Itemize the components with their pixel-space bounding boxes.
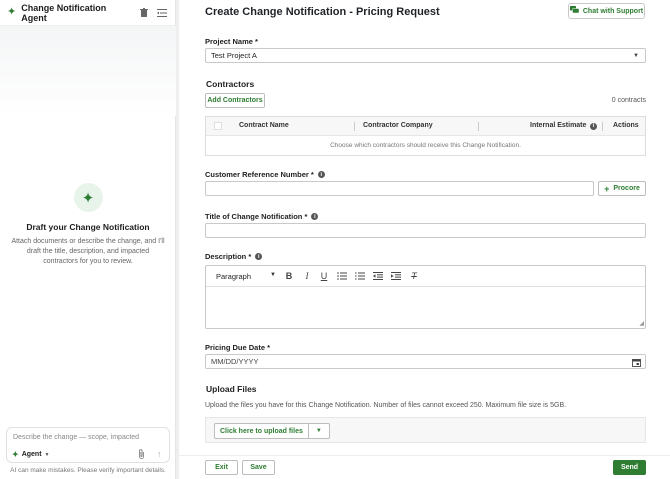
upload-help-text: Upload the files you have for this Chang…	[205, 402, 567, 409]
description-label: Description * i	[205, 252, 263, 261]
col-contractor-company[interactable]: Contractor Company	[363, 122, 433, 129]
empty-state: ✦ Draft your Change Notification Attach …	[0, 183, 176, 267]
clear-format-icon[interactable]: T	[408, 270, 420, 282]
empty-state-text: Attach documents or describe the change,…	[11, 238, 165, 265]
attach-icon[interactable]	[138, 449, 145, 461]
italic-icon[interactable]: I	[301, 270, 313, 282]
column-divider	[602, 122, 603, 131]
contractors-title: Contractors	[206, 79, 255, 89]
save-button[interactable]: Save	[242, 460, 275, 475]
chevron-down-icon[interactable]: ▼	[309, 424, 329, 438]
description-editor[interactable]: Paragraph ▼ B I U T ◢	[205, 265, 646, 329]
column-divider	[478, 122, 479, 131]
sidebar-header: ✦ Change Notification Agent	[0, 0, 175, 26]
upload-split-button: Click here to upload files ▼	[214, 423, 330, 439]
empty-state-title: Draft your Change Notification	[26, 222, 150, 232]
upload-button[interactable]: Click here to upload files	[215, 424, 309, 438]
indent-icon[interactable]	[390, 270, 402, 282]
procore-button[interactable]: + Procore	[598, 181, 646, 196]
upload-dropzone[interactable]: Click here to upload files ▼	[205, 417, 646, 443]
info-icon[interactable]: i	[255, 253, 263, 260]
ai-disclaimer: AI can make mistakes. Please verify impo…	[10, 467, 166, 474]
chat-support-label: Chat with Support	[582, 7, 644, 15]
project-name-label: Project Name *	[205, 37, 258, 46]
form-footer: Exit Save Send	[179, 455, 670, 479]
sidebar-fade	[0, 26, 176, 116]
chat-composer[interactable]: Describe the change — scope, impacted ✦ …	[6, 427, 170, 463]
bold-icon[interactable]: B	[283, 270, 295, 282]
contracts-count: 0 contracts	[611, 97, 646, 104]
agent-sidebar: ✦ Change Notification Agent ✦ Draft your…	[0, 0, 176, 479]
due-date-label: Pricing Due Date *	[205, 343, 271, 352]
project-name-value: Test Project A	[211, 51, 257, 60]
numbered-list-icon[interactable]	[354, 270, 366, 282]
add-contractors-button[interactable]: Add Contractors	[205, 93, 265, 108]
info-icon[interactable]: i	[317, 171, 325, 178]
column-divider	[354, 122, 355, 131]
trash-icon[interactable]	[138, 7, 150, 19]
exit-button[interactable]: Exit	[205, 460, 238, 475]
chat-icon	[569, 6, 580, 16]
title-input[interactable]	[205, 223, 646, 238]
title-label: Title of Change Notification * i	[205, 212, 319, 221]
bullet-list-icon[interactable]	[336, 270, 348, 282]
project-name-select[interactable]: Test Project A ▼	[205, 48, 646, 63]
sparkle-icon: ✦	[73, 183, 103, 212]
info-icon[interactable]: i	[590, 122, 597, 130]
col-contract-name[interactable]: Contract Name	[239, 122, 289, 129]
agent-selector[interactable]: ✦ Agent ▼	[12, 450, 50, 459]
due-date-input[interactable]: MM/DD/YYYY	[205, 354, 646, 369]
send-button[interactable]: Send	[613, 460, 646, 475]
contractors-table: Contract Name Contractor Company Interna…	[205, 116, 646, 156]
customer-ref-input[interactable]	[205, 181, 594, 196]
sidebar-title: Change Notification Agent	[21, 2, 107, 23]
paragraph-style-select[interactable]: Paragraph	[216, 272, 251, 281]
upload-title: Upload Files	[206, 384, 257, 394]
underline-icon[interactable]: U	[318, 270, 330, 282]
composer-input[interactable]: Describe the change — scope, impacted	[13, 434, 139, 441]
chevron-down-icon: ▼	[633, 53, 639, 59]
table-empty-text: Choose which contractors should receive …	[330, 142, 521, 149]
plus-icon: +	[604, 183, 610, 194]
page-title: Create Change Notification - Pricing Req…	[205, 6, 440, 18]
editor-toolbar: Paragraph ▼ B I U T	[206, 266, 645, 287]
chevron-down-icon: ▼	[44, 451, 50, 458]
send-arrow-icon[interactable]: ↑	[157, 449, 162, 459]
outdent-icon[interactable]	[372, 270, 384, 282]
col-actions: Actions	[613, 122, 639, 129]
info-icon[interactable]: i	[311, 213, 319, 220]
customer-ref-label: Customer Reference Number * i	[205, 170, 325, 179]
table-header: Contract Name Contractor Company Interna…	[206, 117, 645, 136]
chevron-down-icon: ▼	[270, 272, 276, 278]
sparkle-icon: ✦	[12, 450, 19, 459]
chat-support-button[interactable]: Chat with Support	[568, 3, 645, 19]
due-date-placeholder: MM/DD/YYYY	[211, 357, 259, 366]
main-form: Create Change Notification - Pricing Req…	[179, 0, 670, 479]
sparkle-icon: ✦	[7, 6, 17, 18]
calendar-icon[interactable]	[632, 358, 641, 369]
agent-label: Agent	[21, 451, 42, 458]
collapse-sidebar-icon[interactable]	[156, 7, 168, 19]
col-internal-estimate[interactable]: Internal Estimate	[530, 122, 586, 129]
select-all-checkbox[interactable]	[214, 122, 222, 130]
procore-label: Procore	[613, 185, 640, 192]
resize-grip-icon[interactable]: ◢	[639, 320, 644, 327]
